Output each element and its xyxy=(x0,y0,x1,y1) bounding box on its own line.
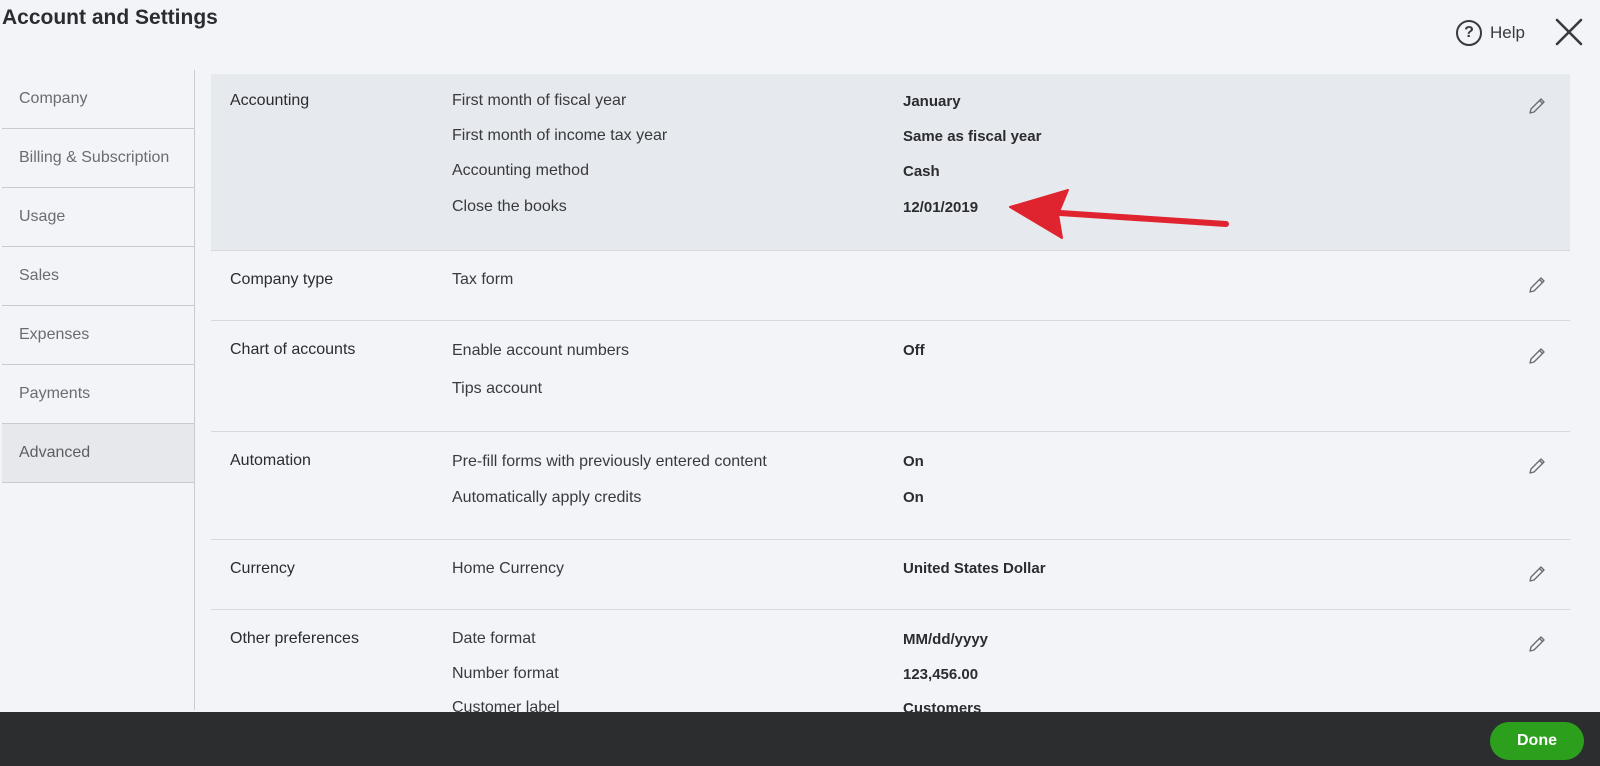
sidebar-item-sales[interactable]: Sales xyxy=(2,247,194,306)
section-title: Currency xyxy=(230,560,295,577)
section-title: Accounting xyxy=(230,92,310,109)
help-button[interactable]: ? Help xyxy=(1456,18,1525,48)
sidebar-item-advanced[interactable]: Advanced xyxy=(2,424,194,483)
row-value: 123,456.00 xyxy=(903,666,979,683)
pencil-edit-icon[interactable] xyxy=(1527,96,1547,116)
pencil-edit-icon[interactable] xyxy=(1527,456,1547,476)
row-label: Date format xyxy=(452,630,536,647)
sidebar-item-payments[interactable]: Payments xyxy=(2,365,194,424)
row-label: Automatically apply credits xyxy=(452,489,642,506)
section-accounting[interactable]: Accounting First month of fiscal year Ja… xyxy=(211,74,1570,251)
row-label: Close the books xyxy=(452,198,567,215)
help-label: Help xyxy=(1490,23,1525,42)
section-chart-of-accounts[interactable]: Chart of accounts Enable account numbers… xyxy=(211,321,1570,432)
row-value: Off xyxy=(903,342,925,359)
sidebar-item-usage[interactable]: Usage xyxy=(2,188,194,247)
pencil-edit-icon[interactable] xyxy=(1527,634,1547,654)
close-icon[interactable] xyxy=(1554,17,1584,47)
close-books-date-value: 12/01/2019 xyxy=(903,199,979,216)
row-value: Cash xyxy=(903,163,940,180)
section-currency[interactable]: Currency Home Currency United States Dol… xyxy=(211,540,1570,610)
row-label: Home Currency xyxy=(452,560,565,577)
row-value: Same as fiscal year xyxy=(903,128,1042,145)
row-label: Number format xyxy=(452,665,559,682)
row-label: First month of fiscal year xyxy=(452,92,627,109)
section-company-type[interactable]: Company type Tax form xyxy=(211,251,1570,321)
pencil-edit-icon[interactable] xyxy=(1527,346,1547,366)
row-value: On xyxy=(903,489,924,506)
settings-sidebar: Company Billing & Subscription Usage Sal… xyxy=(2,70,195,710)
section-title: Other preferences xyxy=(230,630,359,647)
pencil-edit-icon[interactable] xyxy=(1527,564,1547,584)
row-label: Enable account numbers xyxy=(452,342,629,359)
row-value: United States Dollar xyxy=(903,560,1046,577)
settings-window: Account and Settings ? Help Company Bill… xyxy=(0,0,1600,766)
row-label: Pre-fill forms with previously entered c… xyxy=(452,453,767,470)
row-value: On xyxy=(903,453,924,470)
section-title: Automation xyxy=(230,452,311,469)
page-title: Account and Settings xyxy=(2,6,218,29)
row-label: Tax form xyxy=(452,271,514,288)
pencil-edit-icon[interactable] xyxy=(1527,275,1547,295)
section-automation[interactable]: Automation Pre-fill forms with previousl… xyxy=(211,432,1570,540)
row-value: MM/dd/yyyy xyxy=(903,631,989,648)
footer-bar: Done xyxy=(0,712,1600,766)
question-circle-icon: ? xyxy=(1456,20,1482,46)
sidebar-item-company[interactable]: Company xyxy=(2,70,194,129)
done-button[interactable]: Done xyxy=(1490,722,1584,760)
sidebar-item-billing-subscription[interactable]: Billing & Subscription xyxy=(2,129,194,188)
settings-content: Accounting First month of fiscal year Ja… xyxy=(211,74,1570,740)
sidebar-item-expenses[interactable]: Expenses xyxy=(2,306,194,365)
section-title: Chart of accounts xyxy=(230,341,356,358)
section-title: Company type xyxy=(230,271,334,288)
row-label: Tips account xyxy=(452,380,543,397)
row-value: January xyxy=(903,93,961,110)
row-label: First month of income tax year xyxy=(452,127,668,144)
row-label: Accounting method xyxy=(452,162,589,179)
